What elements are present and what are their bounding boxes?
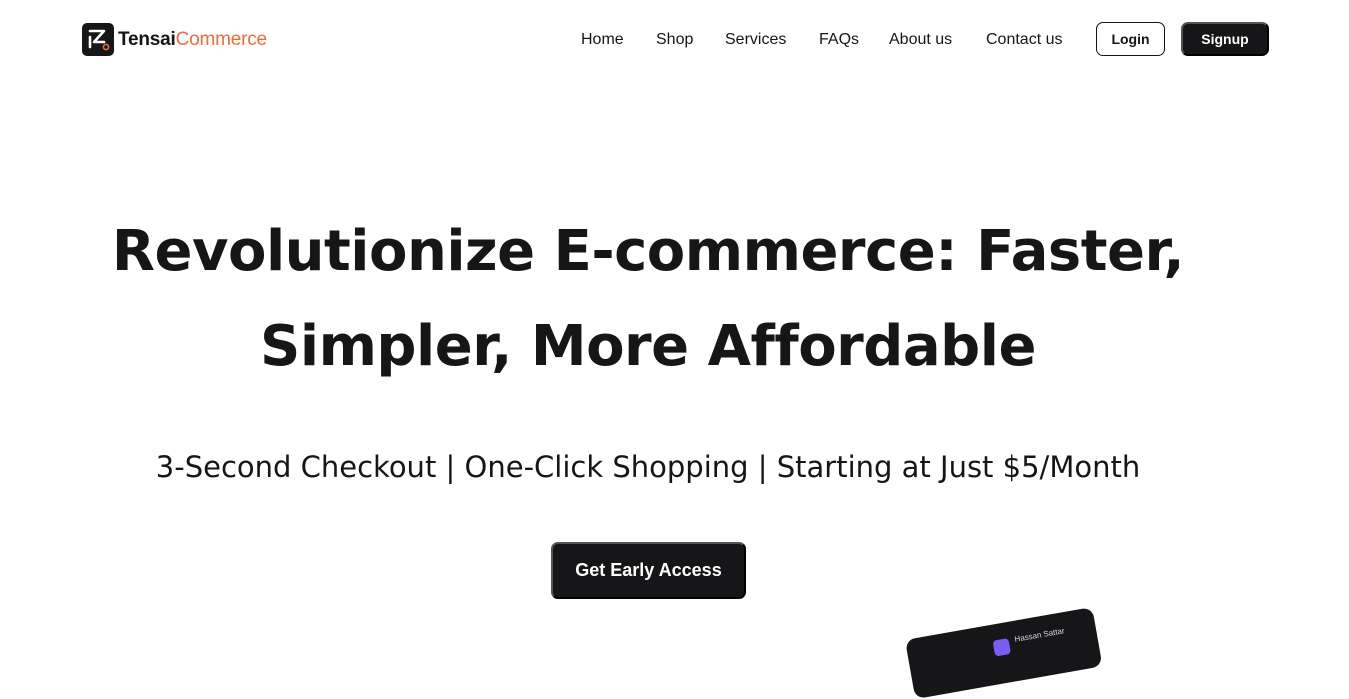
nav-contact-us[interactable]: Contact us <box>986 30 1062 50</box>
hero-title-line-1: Revolutionize E-commerce: Faster, <box>111 219 1185 284</box>
signup-button[interactable]: Signup <box>1181 22 1269 56</box>
site-header: TensaiCommerce Home Shop Services FAQs A… <box>0 0 1349 80</box>
nav-faqs[interactable]: FAQs <box>819 30 859 50</box>
hero-subtitle: 3-Second Checkout | One-Click Shopping |… <box>155 450 1141 484</box>
nav-home[interactable]: Home <box>581 30 624 50</box>
nav-shop[interactable]: Shop <box>656 30 693 50</box>
login-button[interactable]: Login <box>1096 22 1165 56</box>
hero-title-line-2: Simpler, More Affordable <box>260 314 1036 379</box>
brand-wordmark: TensaiCommerce <box>118 30 267 49</box>
tensai-logo-icon <box>82 23 114 56</box>
get-early-access-button[interactable]: Get Early Access <box>551 542 746 599</box>
brand-name-secondary: Commerce <box>175 29 268 50</box>
hero-title: Revolutionize E-commerce: Faster, Simple… <box>100 204 1196 394</box>
preview-user-name: Hassan Sattar <box>1013 626 1066 644</box>
app-preview-card: Hassan Sattar <box>905 607 1103 699</box>
nav-about-us[interactable]: About us <box>889 30 952 50</box>
brand-name-primary: Tensai <box>118 29 176 50</box>
nav-services[interactable]: Services <box>725 30 786 50</box>
avatar <box>992 638 1012 657</box>
brand-logo[interactable]: TensaiCommerce <box>82 23 267 56</box>
